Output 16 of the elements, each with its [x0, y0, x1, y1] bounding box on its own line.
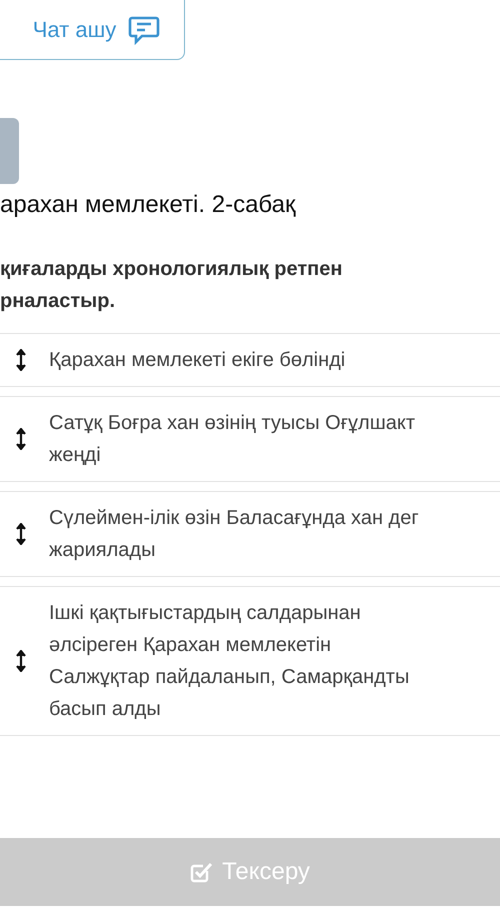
- instruction-text: қиғаларды хронологиялық ретпен рналастыр.: [0, 257, 344, 314]
- sortable-item[interactable]: Сүлеймен-ілік өзін Баласағұнда хан дег жариялады: [0, 491, 500, 577]
- drag-handle-icon: [16, 428, 26, 450]
- sortable-item[interactable]: Ішкі қақтығыстардың салдарынан әлсіреген Қарахан мемлекетін Салжұқтар пайдаланып, Самарқандты басып алды: [0, 586, 500, 736]
- drag-handle-icon: [16, 650, 26, 672]
- drag-handle-icon: [16, 523, 26, 545]
- chat-icon: [128, 14, 160, 44]
- lesson-title: арахан мемлекеті. 2-сабақ: [0, 190, 297, 220]
- drag-handle-icon: [16, 349, 26, 371]
- item-text: Ішкі қақтығыстардың салдарынан әлсіреген Қарахан мемлекетін Салжұқтар пайдаланып, Самарқандты басып алды: [49, 601, 410, 722]
- item-text: Қарахан мемлекеті екіге бөлінді: [49, 348, 346, 373]
- sortable-item[interactable]: Қарахан мемлекеті екіге бөлінді: [0, 333, 500, 387]
- sortable-item[interactable]: Сатұқ Боғра хан өзінің туысы Оғұлшакт жеңді: [0, 396, 500, 482]
- item-text: Сүлеймен-ілік өзін Баласағұнда хан дег жариялады: [49, 506, 419, 563]
- item-text: Сатұқ Боғра хан өзінің туысы Оғұлшакт жеңді: [49, 411, 416, 468]
- checkbox-icon: [190, 861, 214, 883]
